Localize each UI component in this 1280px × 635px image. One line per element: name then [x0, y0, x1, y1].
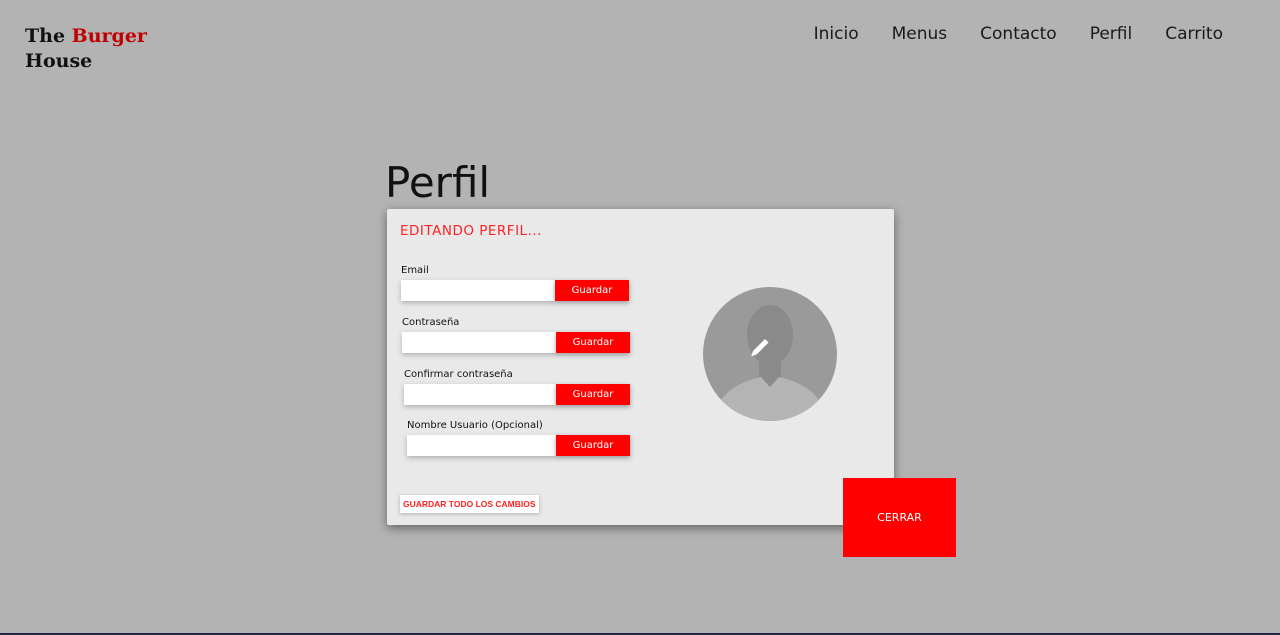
profile-avatar[interactable]: [703, 287, 837, 421]
logo[interactable]: The Burger House: [25, 24, 147, 74]
edit-profile-modal: EDITANDO PERFIL... Email Guardar Contras…: [387, 209, 894, 525]
save-email-button[interactable]: Guardar: [555, 280, 629, 301]
nav-item-menus[interactable]: Menus: [892, 24, 948, 44]
nav-item-carrito[interactable]: Carrito: [1165, 24, 1223, 44]
confirm-password-input[interactable]: [404, 384, 556, 405]
logo-line-1: The Burger: [25, 24, 147, 49]
username-field-group: Nombre Usuario (Opcional) Guardar: [407, 420, 630, 456]
page: The Burger House Inicio Menus Contacto P…: [0, 0, 1280, 635]
nav-item-perfil[interactable]: Perfil: [1090, 24, 1133, 44]
confirm-password-field-group: Confirmar contraseña Guardar: [404, 369, 630, 405]
nav-item-contacto[interactable]: Contacto: [980, 24, 1057, 44]
logo-word-the: The: [25, 25, 66, 47]
confirm-password-label: Confirmar contraseña: [404, 369, 513, 380]
save-all-changes-button[interactable]: GUARDAR TODO LOS CAMBIOS: [400, 495, 539, 513]
modal-heading: EDITANDO PERFIL...: [400, 223, 542, 239]
password-label: Contraseña: [402, 317, 460, 328]
email-field-group: Email Guardar: [401, 265, 629, 301]
password-field-group: Contraseña Guardar: [402, 317, 630, 353]
user-silhouette-icon: [703, 287, 837, 421]
nav-item-inicio[interactable]: Inicio: [814, 24, 859, 44]
page-title: Perfil: [385, 158, 491, 207]
save-confirm-password-button[interactable]: Guardar: [556, 384, 630, 405]
close-button[interactable]: CERRAR: [843, 478, 956, 557]
save-username-button[interactable]: Guardar: [556, 435, 630, 456]
username-input[interactable]: [407, 435, 556, 456]
logo-word-house: House: [25, 50, 93, 72]
username-label: Nombre Usuario (Opcional): [407, 420, 543, 431]
password-input[interactable]: [402, 332, 556, 353]
logo-word-burger: Burger: [71, 25, 147, 47]
email-input[interactable]: [401, 280, 555, 301]
email-label: Email: [401, 265, 429, 276]
save-password-button[interactable]: Guardar: [556, 332, 630, 353]
main-nav: Inicio Menus Contacto Perfil Carrito: [814, 24, 1223, 44]
